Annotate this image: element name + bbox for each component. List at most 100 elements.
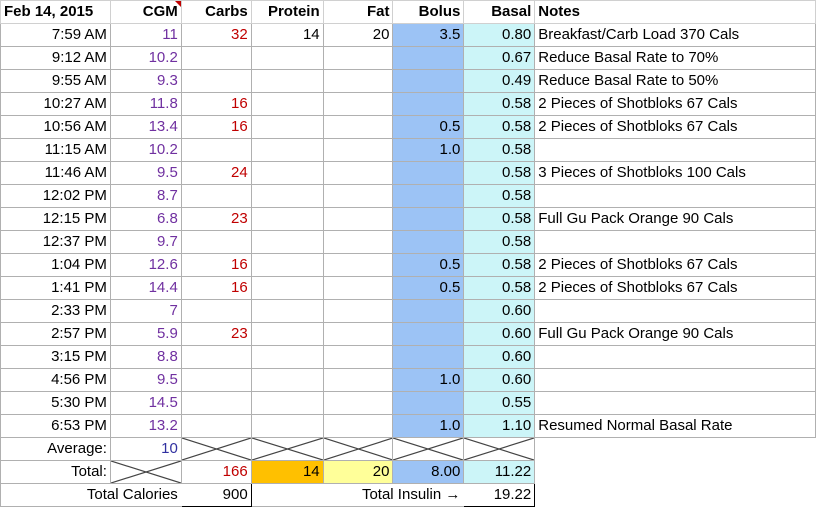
total-calories-label[interactable]: Total Calories (0, 483, 182, 507)
total-protein-cell[interactable]: 14 (250, 460, 324, 484)
notes-cell[interactable]: Full Gu Pack Orange 90 Cals (534, 322, 816, 346)
time-cell[interactable]: 4:56 PM (0, 368, 111, 392)
fat-cell[interactable] (322, 276, 394, 300)
notes-cell[interactable]: Reduce Basal Rate to 70% (534, 46, 816, 70)
carbs-cell[interactable]: 16 (180, 115, 252, 139)
fat-cell[interactable] (322, 115, 394, 139)
cgm-cell[interactable]: 14.4 (109, 276, 182, 300)
carbs-cell[interactable]: 32 (180, 23, 252, 47)
cgm-cell[interactable]: 5.9 (109, 322, 182, 346)
fat-cell[interactable] (322, 322, 394, 346)
protein-cell[interactable] (250, 345, 324, 369)
bolus-cell[interactable] (392, 161, 465, 185)
carbs-cell[interactable] (180, 299, 252, 323)
time-cell[interactable]: 11:46 AM (0, 161, 111, 185)
date-header[interactable]: Feb 14, 2015 (0, 0, 111, 24)
cgm-cell[interactable]: 12.6 (109, 253, 182, 277)
time-cell[interactable]: 1:04 PM (0, 253, 111, 277)
time-cell[interactable]: 9:55 AM (0, 69, 111, 93)
carbs-cell[interactable] (180, 345, 252, 369)
basal-cell[interactable]: 0.58 (463, 138, 536, 162)
time-cell[interactable]: 7:59 AM (0, 23, 111, 47)
bolus-cell[interactable] (392, 207, 465, 231)
fat-cell[interactable] (322, 414, 394, 438)
notes-cell[interactable]: 2 Pieces of Shotbloks 67 Cals (534, 92, 816, 116)
basal-cell[interactable]: 1.10 (463, 414, 536, 438)
basal-cell[interactable]: 0.80 (463, 23, 536, 47)
average-label[interactable]: Average: (0, 437, 111, 461)
fat-header[interactable]: Fat (322, 0, 394, 24)
protein-cell[interactable] (250, 207, 324, 231)
carbs-cell[interactable]: 16 (180, 276, 252, 300)
total-basal-cell[interactable]: 11.22 (463, 460, 536, 484)
basal-cell[interactable]: 0.60 (463, 368, 536, 392)
notes-cell[interactable] (534, 299, 816, 323)
bolus-cell[interactable]: 1.0 (392, 138, 465, 162)
fat-cell[interactable] (322, 184, 394, 208)
protein-cell[interactable] (250, 322, 324, 346)
fat-cell[interactable] (322, 161, 394, 185)
notes-cell[interactable]: 2 Pieces of Shotbloks 67 Cals (534, 253, 816, 277)
notes-cell[interactable]: 3 Pieces of Shotbloks 100 Cals (534, 161, 816, 185)
cgm-cell[interactable]: 8.7 (109, 184, 182, 208)
bolus-cell[interactable] (392, 184, 465, 208)
basal-cell[interactable]: 0.58 (463, 115, 536, 139)
fat-cell[interactable] (322, 368, 394, 392)
fat-cell[interactable] (322, 138, 394, 162)
total-insulin-value[interactable]: 19.22 (463, 483, 536, 507)
average-notes-empty[interactable] (535, 438, 816, 461)
time-cell[interactable]: 12:15 PM (0, 207, 111, 231)
cgm-cell[interactable]: 9.7 (109, 230, 182, 254)
carbs-cell[interactable] (180, 391, 252, 415)
carbs-cell[interactable]: 23 (180, 207, 252, 231)
cgm-cell[interactable]: 14.5 (109, 391, 182, 415)
protein-cell[interactable] (250, 184, 324, 208)
carbs-cell[interactable]: 23 (180, 322, 252, 346)
total-calories-value[interactable]: 900 (180, 483, 252, 507)
bolus-header[interactable]: Bolus (392, 0, 465, 24)
protein-cell[interactable] (250, 253, 324, 277)
cgm-cell[interactable]: 10.2 (109, 138, 182, 162)
bolus-cell[interactable]: 0.5 (392, 253, 465, 277)
carbs-cell[interactable]: 16 (180, 92, 252, 116)
average-protein-crossed[interactable] (250, 437, 324, 461)
average-basal-crossed[interactable] (463, 437, 536, 461)
basal-cell[interactable]: 0.58 (463, 253, 536, 277)
notes-cell[interactable] (534, 391, 816, 415)
carbs-cell[interactable] (180, 69, 252, 93)
summary-notes-empty[interactable] (535, 484, 816, 507)
average-carbs-crossed[interactable] (180, 437, 252, 461)
time-cell[interactable]: 9:12 AM (0, 46, 111, 70)
bolus-cell[interactable]: 3.5 (392, 23, 465, 47)
time-cell[interactable]: 12:02 PM (0, 184, 111, 208)
fat-cell[interactable]: 20 (322, 23, 394, 47)
notes-cell[interactable]: Full Gu Pack Orange 90 Cals (534, 207, 816, 231)
protein-cell[interactable] (250, 276, 324, 300)
notes-cell[interactable]: Breakfast/Carb Load 370 Cals (534, 23, 816, 47)
basal-cell[interactable]: 0.60 (463, 299, 536, 323)
basal-cell[interactable]: 0.58 (463, 184, 536, 208)
notes-cell[interactable]: Resumed Normal Basal Rate (534, 414, 816, 438)
time-cell[interactable]: 5:30 PM (0, 391, 111, 415)
total-carbs-cell[interactable]: 166 (180, 460, 252, 484)
bolus-cell[interactable] (392, 46, 465, 70)
fat-cell[interactable] (322, 345, 394, 369)
notes-header[interactable]: Notes (534, 0, 816, 24)
carbs-cell[interactable] (180, 414, 252, 438)
time-cell[interactable]: 10:56 AM (0, 115, 111, 139)
time-cell[interactable]: 11:15 AM (0, 138, 111, 162)
carbs-cell[interactable]: 24 (180, 161, 252, 185)
basal-cell[interactable]: 0.58 (463, 207, 536, 231)
notes-cell[interactable]: 2 Pieces of Shotbloks 67 Cals (534, 276, 816, 300)
cgm-cell[interactable]: 9.5 (109, 161, 182, 185)
cgm-cell[interactable]: 11.8 (109, 92, 182, 116)
fat-cell[interactable] (322, 299, 394, 323)
cgm-header[interactable]: CGM (109, 0, 182, 24)
bolus-cell[interactable]: 1.0 (392, 414, 465, 438)
bolus-cell[interactable] (392, 230, 465, 254)
notes-cell[interactable]: Reduce Basal Rate to 50% (534, 69, 816, 93)
protein-cell[interactable] (250, 115, 324, 139)
cgm-cell[interactable]: 13.4 (109, 115, 182, 139)
protein-cell[interactable] (250, 299, 324, 323)
protein-header[interactable]: Protein (250, 0, 324, 24)
